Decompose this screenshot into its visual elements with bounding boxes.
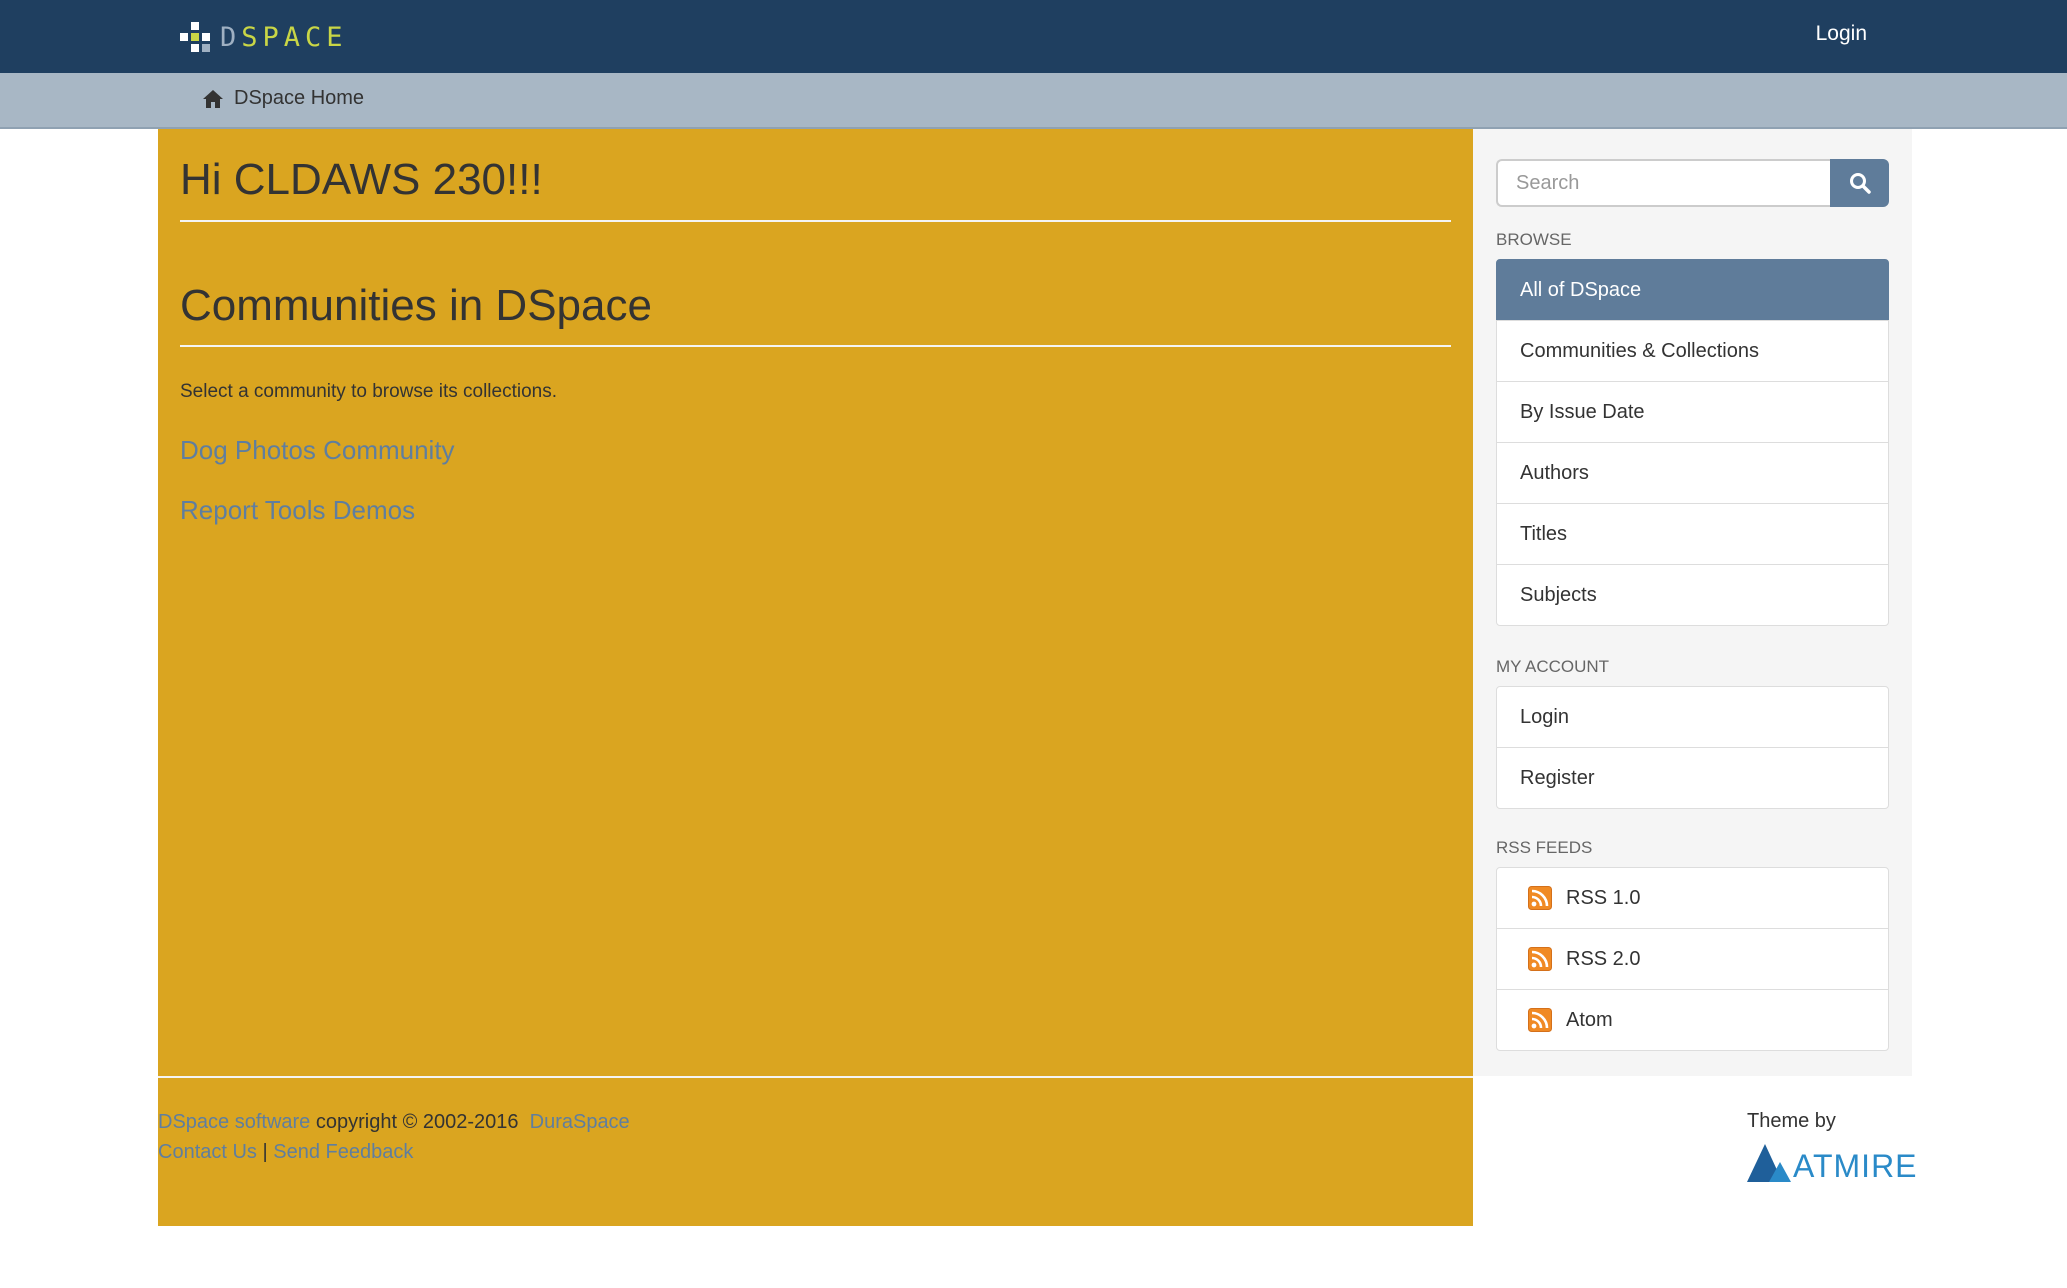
search-button[interactable] [1830, 159, 1889, 207]
search-input[interactable] [1496, 159, 1830, 207]
account-item-login[interactable]: Login [1496, 686, 1889, 748]
duraspace-link[interactable]: DuraSpace [530, 1111, 630, 1133]
browse-item-titles[interactable]: Titles [1496, 503, 1889, 565]
account-list: Login Register [1496, 686, 1889, 809]
page-title: Communities in DSpace [180, 281, 652, 330]
rss-item-rss-1[interactable]: RSS 1.0 [1496, 867, 1889, 929]
contact-us-link[interactable]: Contact Us [158, 1141, 257, 1163]
browse-heading: BROWSE [1496, 230, 1572, 249]
intro-text: Select a community to browse its collect… [180, 381, 557, 402]
rss-icon [1528, 947, 1552, 971]
browse-item-communities-collections[interactable]: Communities & Collections [1496, 320, 1889, 382]
footer-copyright: DSpace software copyright © 2002-2016 Du… [158, 1111, 630, 1134]
my-account-heading: MY ACCOUNT [1496, 657, 1610, 676]
atmire-logo[interactable]: ATMIRE [1747, 1138, 1918, 1182]
browse-item-authors[interactable]: Authors [1496, 442, 1889, 504]
main-content: Hi CLDAWS 230!!! Communities in DSpace S… [158, 129, 1473, 1076]
send-feedback-link[interactable]: Send Feedback [273, 1141, 413, 1163]
rss-icon [1528, 886, 1552, 910]
rss-icon [1528, 1008, 1552, 1032]
browse-item-all-of-dspace[interactable]: All of DSpace [1496, 259, 1889, 321]
rss-item-atom[interactable]: Atom [1496, 989, 1889, 1051]
atmire-logo-text: ATMIRE [1793, 1148, 1918, 1184]
copyright-text: copyright © 2002-2016 [310, 1111, 530, 1133]
dspace-software-link[interactable]: DSpace software [158, 1111, 310, 1133]
sidebar: BROWSE All of DSpace Communities & Colle… [1473, 129, 1912, 1076]
browse-list: All of DSpace Communities & Collections … [1496, 259, 1889, 626]
atmire-logo-icon [1747, 1144, 1791, 1182]
community-link[interactable]: Dog Photos Community [180, 435, 455, 466]
rss-item-rss-2[interactable]: RSS 2.0 [1496, 928, 1889, 990]
rss-list: RSS 1.0 RSS 2.0 Atom [1496, 867, 1889, 1051]
breadcrumb: DSpace Home [202, 87, 364, 110]
divider [180, 220, 1451, 222]
browse-item-subjects[interactable]: Subjects [1496, 564, 1889, 626]
rss-item-label: RSS 1.0 [1566, 886, 1641, 909]
divider [180, 345, 1451, 347]
community-link[interactable]: Report Tools Demos [180, 495, 415, 526]
breadcrumb-home-link[interactable]: DSpace Home [234, 87, 364, 110]
footer: DSpace software copyright © 2002-2016 Du… [158, 1076, 1473, 1226]
account-item-register[interactable]: Register [1496, 747, 1889, 809]
rss-item-label: Atom [1566, 1008, 1613, 1031]
top-navbar: DSPACE Login [0, 0, 2067, 73]
search-icon [1849, 173, 1871, 194]
rss-item-label: RSS 2.0 [1566, 947, 1641, 970]
rss-feeds-heading: RSS FEEDS [1496, 838, 1593, 857]
footer-links: Contact Us | Send Feedback [158, 1141, 413, 1164]
home-icon [203, 89, 223, 108]
theme-by-label: Theme by [1747, 1110, 1836, 1132]
footer-separator: | [256, 1141, 274, 1163]
dspace-logo-icon [180, 22, 210, 52]
dspace-logo-text: DSPACE [220, 21, 348, 53]
browse-item-by-issue-date[interactable]: By Issue Date [1496, 381, 1889, 443]
dspace-logo[interactable]: DSPACE [180, 21, 348, 53]
greeting-heading: Hi CLDAWS 230!!! [180, 155, 543, 204]
breadcrumb-bar: DSpace Home [0, 73, 2067, 129]
header-login-link[interactable]: Login [1816, 22, 1867, 46]
